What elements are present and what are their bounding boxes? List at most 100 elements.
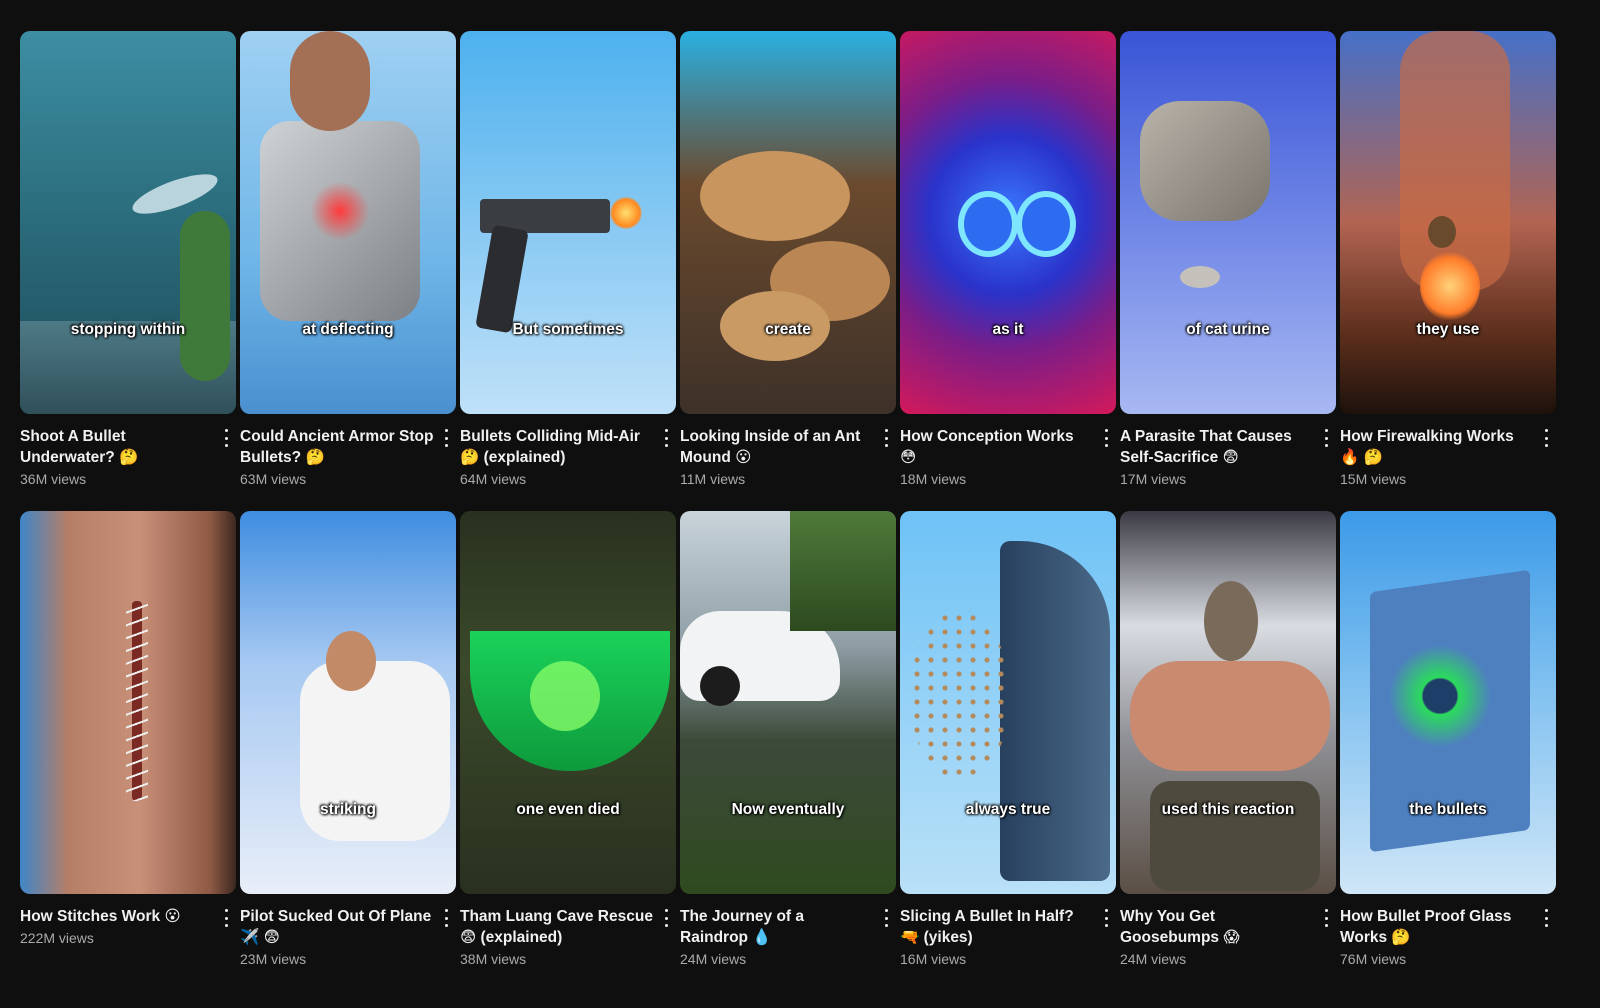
video-card[interactable]: create Looking Inside of an Ant Mound 😮 … [680,31,896,511]
thumbnail-caption: But sometimes [512,321,624,338]
video-thumbnail[interactable]: used this reaction [1120,511,1336,894]
video-thumbnail[interactable]: create [680,31,896,414]
video-meta: How Stitches Work 😮 222M views [20,894,236,946]
view-count: 36M views [20,471,87,487]
video-card[interactable]: Now eventually The Journey of a Raindrop… [680,511,896,991]
video-title[interactable]: Shoot A Bullet Underwater? 🤔 [20,426,214,468]
thumbnail-caption: used this reaction [1161,801,1295,818]
view-count: 23M views [240,951,307,967]
video-title[interactable]: Bullets Colliding Mid-Air 🤔 (explained) [460,426,654,468]
underwater-fish-scene [20,31,236,414]
more-actions-icon[interactable] [440,427,452,449]
video-meta: Shoot A Bullet Underwater? 🤔 36M views [20,414,236,487]
video-card[interactable]: as it How Conception Works 😳 18M views [900,31,1116,511]
video-thumbnail[interactable]: one even died [460,511,676,894]
video-thumbnail[interactable]: they use [1340,31,1556,414]
thumbnail-caption: at deflecting [302,321,394,338]
video-title[interactable]: The Journey of a Raindrop 💧 [680,906,874,948]
video-card[interactable]: they use How Firewalking Works 🔥 🤔 15M v… [1340,31,1556,511]
more-actions-icon[interactable] [1320,427,1332,449]
more-actions-icon[interactable] [660,427,672,449]
video-card[interactable]: the bullets How Bullet Proof Glass Works… [1340,511,1556,991]
more-actions-icon[interactable] [1320,907,1332,929]
falling-pilot-scene [240,511,456,894]
video-thumbnail[interactable]: as it [900,31,1116,414]
thumbnail-caption: striking [320,801,376,818]
more-actions-icon[interactable] [1540,907,1552,929]
video-thumbnail[interactable]: of cat urine [1120,31,1336,414]
video-title[interactable]: Tham Luang Cave Rescue 😨 (explained) [460,906,654,948]
video-card[interactable]: one even died Tham Luang Cave Rescue 😨 (… [460,511,676,991]
thumbnail-caption: the bullets [1409,801,1487,818]
more-actions-icon[interactable] [220,907,232,929]
video-thumbnail[interactable]: Now eventually [680,511,896,894]
video-meta: The Journey of a Raindrop 💧 24M views [680,894,896,967]
more-actions-icon[interactable] [440,907,452,929]
thumbnail-caption: they use [1416,321,1480,338]
video-title[interactable]: How Firewalking Works 🔥 🤔 [1340,426,1534,468]
video-card[interactable]: used this reaction Why You Get Goosebump… [1120,511,1336,991]
video-meta: Tham Luang Cave Rescue 😨 (explained) 38M… [460,894,676,967]
video-thumbnail[interactable] [20,511,236,894]
video-meta: How Bullet Proof Glass Works 🤔 76M views [1340,894,1556,967]
bullet-blade-scene [900,511,1116,894]
video-meta: How Firewalking Works 🔥 🤔 15M views [1340,414,1556,487]
thumbnail-caption: as it [992,321,1024,338]
video-card[interactable]: striking Pilot Sucked Out Of Plane ✈️ 😨 … [240,511,456,991]
view-count: 24M views [680,951,747,967]
video-meta: How Conception Works 😳 18M views [900,414,1116,487]
video-thumbnail[interactable]: stopping within [20,31,236,414]
stitched-arm-scene [20,511,236,894]
video-card[interactable]: How Stitches Work 😮 222M views [20,511,236,991]
video-thumbnail[interactable]: But sometimes [460,31,676,414]
view-count: 16M views [900,951,967,967]
thumbnail-caption: always true [965,801,1051,818]
shorts-grid: stopping within Shoot A Bullet Underwate… [20,31,1556,991]
video-card[interactable]: at deflecting Could Ancient Armor Stop B… [240,31,456,511]
more-actions-icon[interactable] [880,427,892,449]
video-card[interactable]: But sometimes Bullets Colliding Mid-Air … [460,31,676,511]
pistol-firing-scene [460,31,676,414]
caveman-scene [1120,511,1336,894]
video-title[interactable]: A Parasite That Causes Self-Sacrifice 😨 [1120,426,1314,468]
video-thumbnail[interactable]: at deflecting [240,31,456,414]
video-title[interactable]: How Conception Works 😳 [900,426,1094,468]
video-meta: Bullets Colliding Mid-Air 🤔 (explained) … [460,414,676,487]
more-actions-icon[interactable] [1100,907,1112,929]
more-actions-icon[interactable] [220,427,232,449]
armored-man-scene [240,31,456,414]
video-thumbnail[interactable]: striking [240,511,456,894]
cave-diver-scene [460,511,676,894]
thumbnail-caption: Now eventually [731,801,845,818]
cat-mouse-scene [1120,31,1336,414]
video-title[interactable]: How Bullet Proof Glass Works 🤔 [1340,906,1534,948]
video-title[interactable]: Slicing A Bullet In Half? 🔫 (yikes) [900,906,1094,948]
thumbnail-caption: create [765,321,811,338]
thumbnail-caption: stopping within [70,321,186,338]
more-actions-icon[interactable] [1100,427,1112,449]
video-meta: A Parasite That Causes Self-Sacrifice 😨 … [1120,414,1336,487]
firewalking-scene [1340,31,1556,414]
video-thumbnail[interactable]: always true [900,511,1116,894]
video-title[interactable]: Pilot Sucked Out Of Plane ✈️ 😨 [240,906,434,948]
more-actions-icon[interactable] [660,907,672,929]
view-count: 18M views [900,471,967,487]
video-card[interactable]: stopping within Shoot A Bullet Underwate… [20,31,236,511]
view-count: 24M views [1120,951,1187,967]
view-count: 15M views [1340,471,1407,487]
video-card[interactable]: always true Slicing A Bullet In Half? 🔫 … [900,511,1116,991]
video-meta: Why You Get Goosebumps 😱 24M views [1120,894,1336,967]
view-count: 11M views [680,471,746,487]
bulletproof-glass-scene [1340,511,1556,894]
video-thumbnail[interactable]: the bullets [1340,511,1556,894]
ant-mound-scene [680,31,896,414]
video-title[interactable]: How Stitches Work 😮 [20,906,214,927]
view-count: 76M views [1340,951,1407,967]
car-rain-scene [680,511,896,894]
video-title[interactable]: Why You Get Goosebumps 😱 [1120,906,1314,948]
video-title[interactable]: Could Ancient Armor Stop Bullets? 🤔 [240,426,434,468]
video-title[interactable]: Looking Inside of an Ant Mound 😮 [680,426,874,468]
more-actions-icon[interactable] [1540,427,1552,449]
video-card[interactable]: of cat urine A Parasite That Causes Self… [1120,31,1336,511]
more-actions-icon[interactable] [880,907,892,929]
